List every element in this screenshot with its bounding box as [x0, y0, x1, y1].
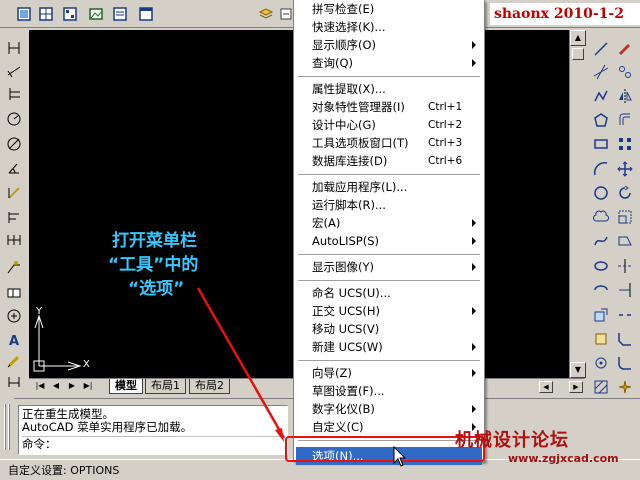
callout-arrow — [196, 287, 286, 442]
annotation-line-1: 打开菜单栏 — [112, 231, 197, 251]
forum-watermark-title: 机械设计论坛 — [455, 430, 569, 451]
annotation-line-3: “选项” — [128, 279, 185, 299]
mouse-cursor-icon — [393, 446, 407, 467]
forum-watermark-url: www.zgjxcad.com — [508, 452, 619, 465]
annotation-line-2: “工具”中的 — [108, 255, 199, 275]
